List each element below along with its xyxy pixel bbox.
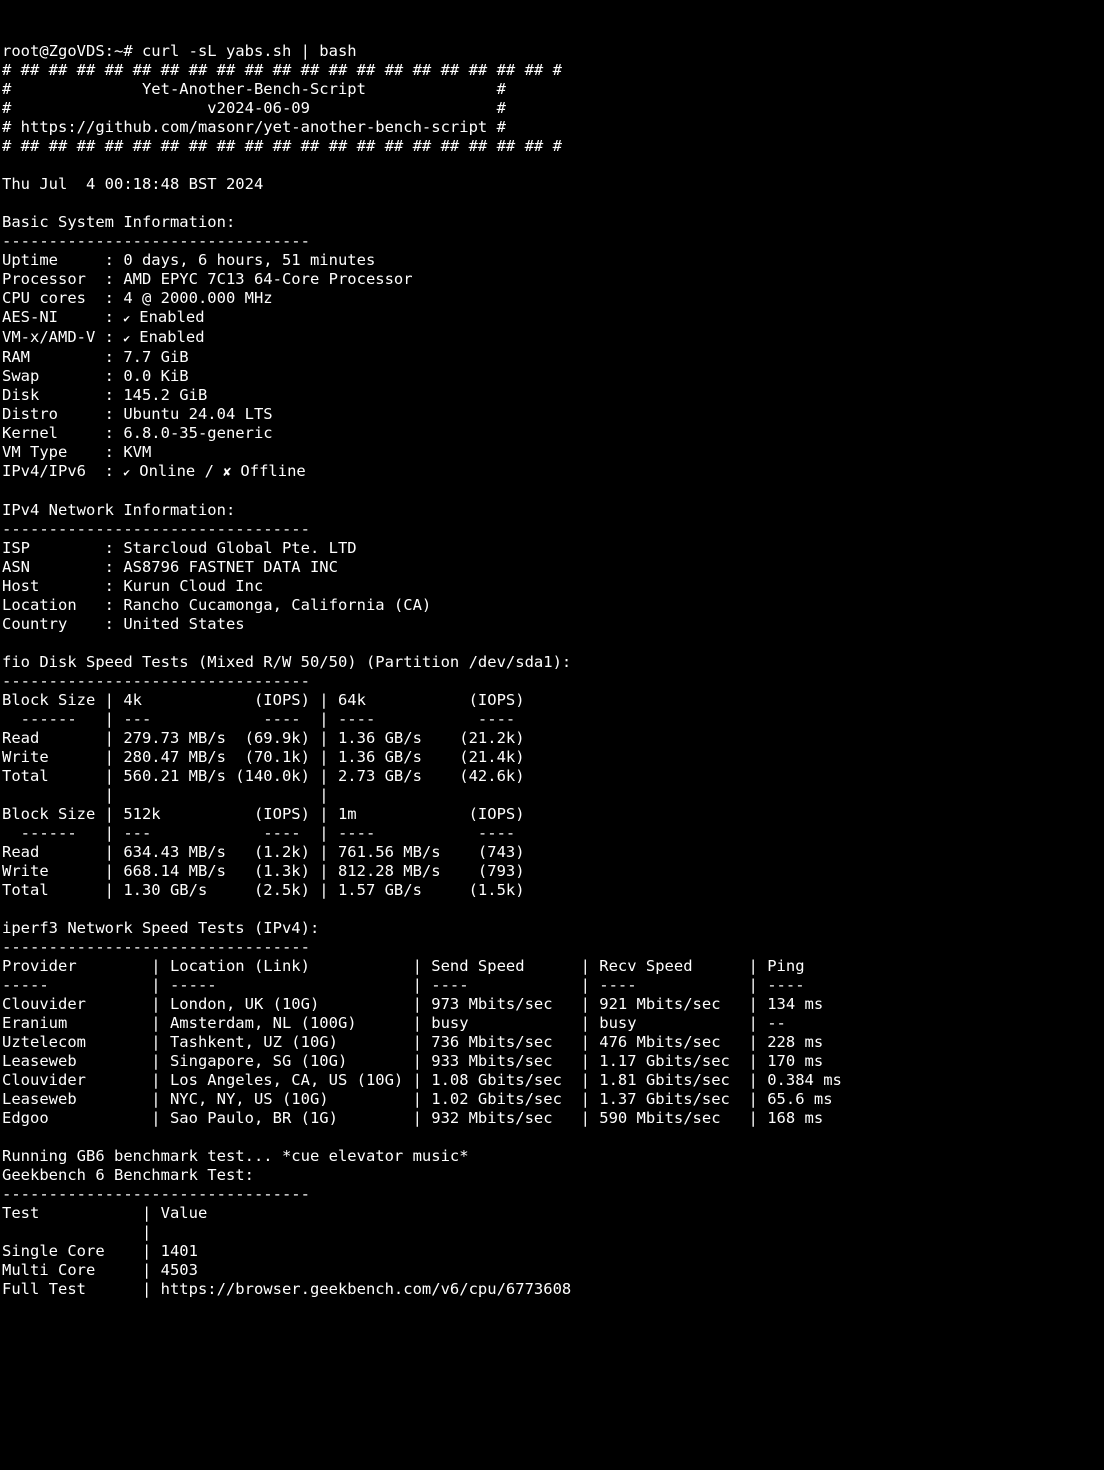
check-icon: [123, 308, 130, 326]
netinfo-host: Host : Kurun Cloud Inc: [2, 577, 263, 595]
gb-multi-row: Multi Core | 4503: [2, 1261, 198, 1279]
sysinfo-ram: RAM : 7.7 GiB: [2, 348, 189, 366]
sysinfo-ip-offline: Offline: [231, 462, 306, 480]
iperf-row: Leaseweb | Singapore, SG (10G) | 933 Mbi…: [2, 1052, 833, 1070]
check-icon: [123, 462, 130, 480]
netinfo-location: Location : Rancho Cucamonga, California …: [2, 596, 431, 614]
sysinfo-swap: Swap : 0.0 KiB: [2, 367, 189, 385]
fio-table-header: Block Size | 512k (IOPS) | 1m (IOPS): [2, 805, 525, 823]
divider: ---------------------------------: [2, 1185, 310, 1203]
sysinfo-cores: CPU cores : 4 @ 2000.000 MHz: [2, 289, 273, 307]
banner-border: # ## ## ## ## ## ## ## ## ## ## ## ## ##…: [2, 137, 562, 155]
terminal-output: root@ZgoVDS:~# curl -sL yabs.sh | bash #…: [2, 42, 1102, 1299]
section-header: iperf3 Network Speed Tests (IPv4):: [2, 919, 319, 937]
netinfo-isp: ISP : Starcloud Global Pte. LTD: [2, 539, 357, 557]
fio-write-row: Write | 280.47 MB/s (70.1k) | 1.36 GB/s …: [2, 748, 525, 766]
banner-url: # https://github.com/masonr/yet-another-…: [2, 118, 506, 136]
iperf-row: Clouvider | Los Angeles, CA, US (10G) | …: [2, 1071, 851, 1089]
fio-read-row: Read | 634.43 MB/s (1.2k) | 761.56 MB/s …: [2, 843, 525, 861]
sysinfo-vmx-value: Enabled: [130, 328, 205, 346]
sysinfo-distro: Distro : Ubuntu 24.04 LTS: [2, 405, 273, 423]
banner-border: # ## ## ## ## ## ## ## ## ## ## ## ## ##…: [2, 61, 562, 79]
divider: ---------------------------------: [2, 232, 310, 250]
iperf-row: Leaseweb | NYC, NY, US (10G) | 1.02 Gbit…: [2, 1090, 842, 1108]
section-header: fio Disk Speed Tests (Mixed R/W 50/50) (…: [2, 653, 571, 671]
sysinfo-aesni-label: AES-NI :: [2, 308, 123, 326]
gb-single-row: Single Core | 1401: [2, 1242, 198, 1260]
fio-read-row: Read | 279.73 MB/s (69.9k) | 1.36 GB/s (…: [2, 729, 525, 747]
sysinfo-uptime: Uptime : 0 days, 6 hours, 51 minutes: [2, 251, 375, 269]
iperf-table-divider: ----- | ----- | ---- | ---- | ----: [2, 976, 833, 994]
netinfo-asn: ASN : AS8796 FASTNET DATA INC: [2, 558, 338, 576]
fio-total-row: Total | 560.21 MB/s (140.0k) | 2.73 GB/s…: [2, 767, 525, 785]
iperf-row: Edgoo | Sao Paulo, BR (1G) | 932 Mbits/s…: [2, 1109, 833, 1127]
gb-full-row: Full Test | https://browser.geekbench.co…: [2, 1280, 571, 1298]
sysinfo-vmx-label: VM-x/AMD-V :: [2, 328, 123, 346]
section-header: Geekbench 6 Benchmark Test:: [2, 1166, 254, 1184]
fio-blank-row: | |: [2, 786, 525, 804]
iperf-row: Eranium | Amsterdam, NL (100G) | busy | …: [2, 1014, 795, 1032]
sysinfo-processor: Processor : AMD EPYC 7C13 64-Core Proces…: [2, 270, 413, 288]
shell-prompt: root@ZgoVDS:~# curl -sL yabs.sh | bash: [2, 42, 357, 60]
divider: ---------------------------------: [2, 938, 310, 956]
netinfo-country: Country : United States: [2, 615, 245, 633]
banner-title: # Yet-Another-Bench-Script #: [2, 80, 506, 98]
section-header: IPv4 Network Information:: [2, 501, 235, 519]
gb-blank-row: |: [2, 1223, 301, 1241]
section-header: Basic System Information:: [2, 213, 235, 231]
sysinfo-ip-label: IPv4/IPv6 :: [2, 462, 123, 480]
gb-running: Running GB6 benchmark test... *cue eleva…: [2, 1147, 469, 1165]
fio-table-divider: ------ | --- ---- | ---- ----: [2, 710, 525, 728]
gb-table-header: Test | Value: [2, 1204, 207, 1222]
divider: ---------------------------------: [2, 672, 310, 690]
timestamp: Thu Jul 4 00:18:48 BST 2024: [2, 175, 263, 193]
divider: ---------------------------------: [2, 520, 310, 538]
banner-version: # v2024-06-09 #: [2, 99, 506, 117]
fio-table-header: Block Size | 4k (IOPS) | 64k (IOPS): [2, 691, 525, 709]
fio-table-divider: ------ | --- ---- | ---- ----: [2, 824, 525, 842]
fio-write-row: Write | 668.14 MB/s (1.3k) | 812.28 MB/s…: [2, 862, 525, 880]
iperf-row: Uztelecom | Tashkent, UZ (10G) | 736 Mbi…: [2, 1033, 833, 1051]
check-icon: [123, 328, 130, 346]
iperf-table-header: Provider | Location (Link) | Send Speed …: [2, 957, 833, 975]
cross-icon: [223, 462, 231, 480]
sysinfo-aesni-value: Enabled: [130, 308, 205, 326]
sysinfo-ip-online: Online /: [130, 462, 223, 480]
iperf-row: Clouvider | London, UK (10G) | 973 Mbits…: [2, 995, 833, 1013]
sysinfo-kernel: Kernel : 6.8.0-35-generic: [2, 424, 273, 442]
sysinfo-vmtype: VM Type : KVM: [2, 443, 151, 461]
sysinfo-disk: Disk : 145.2 GiB: [2, 386, 207, 404]
fio-total-row: Total | 1.30 GB/s (2.5k) | 1.57 GB/s (1.…: [2, 881, 525, 899]
